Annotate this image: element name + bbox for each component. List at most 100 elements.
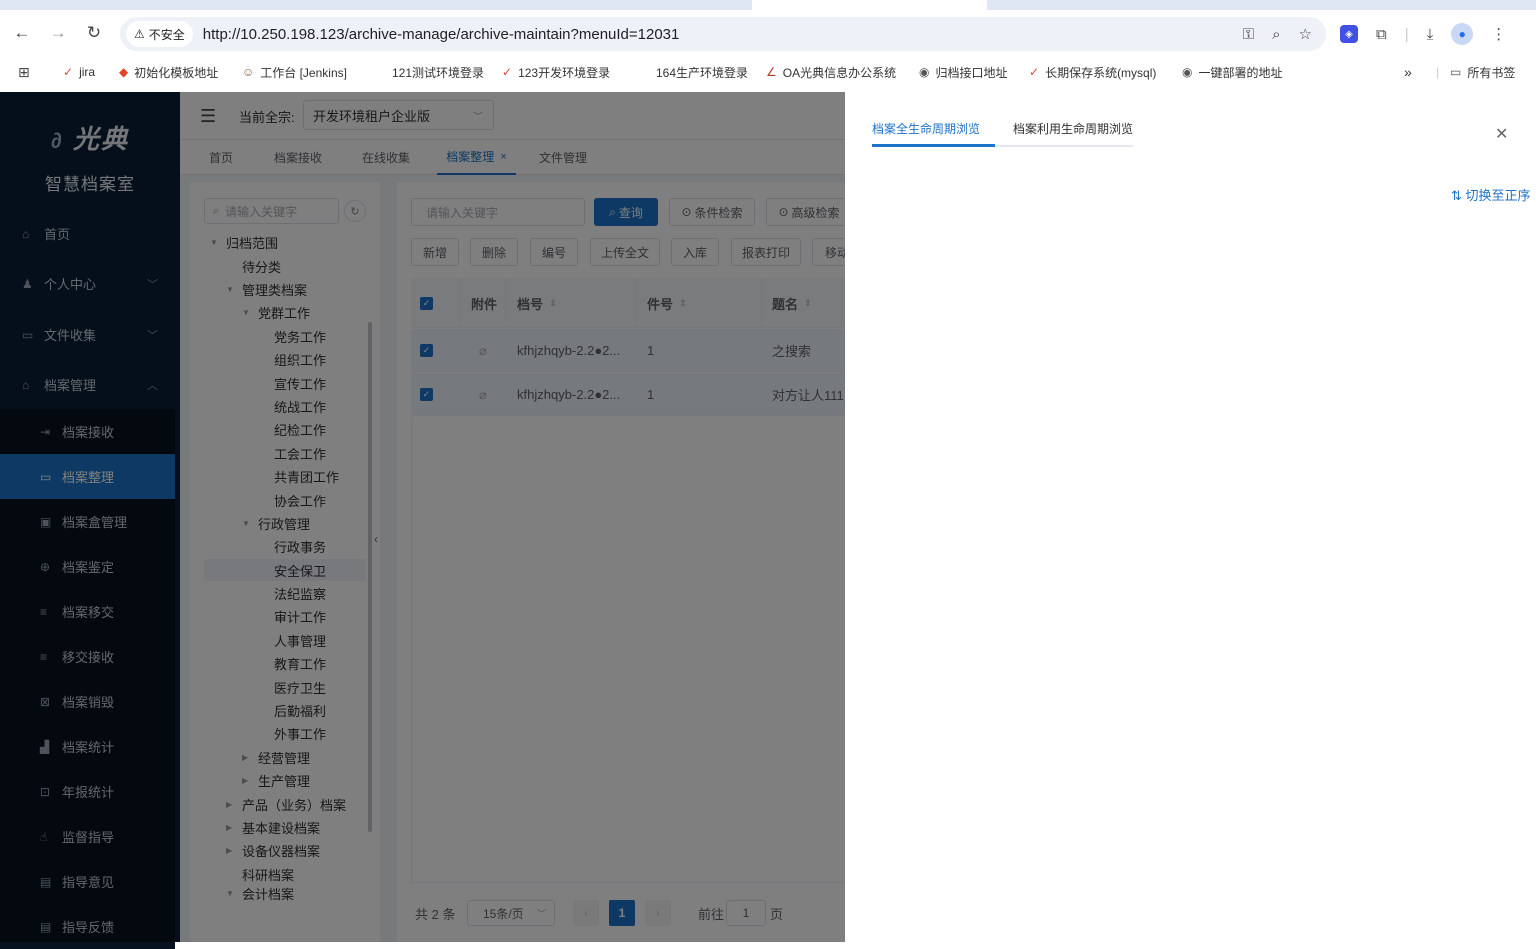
- upload-fulltext-button[interactable]: 上传全文: [590, 238, 660, 266]
- key-icon[interactable]: ⚿: [1243, 26, 1254, 43]
- prev-page-button[interactable]: ‹: [573, 900, 599, 926]
- bookmark-deploy[interactable]: ◉ 一键部署的地址: [1182, 62, 1283, 82]
- tree-node[interactable]: 教育工作: [258, 652, 326, 674]
- table-search-input[interactable]: 请输入关键字: [411, 198, 585, 226]
- close-icon[interactable]: ×: [500, 151, 506, 163]
- submenu-archive-receive[interactable]: ⇥ 档案接收: [0, 409, 175, 454]
- bookmark-archive-api[interactable]: ◉ 归档接口地址: [919, 62, 1008, 82]
- route-tab-file-manage[interactable]: 文件管理: [539, 140, 587, 175]
- route-tab-organize[interactable]: 档案整理 ×: [437, 140, 516, 175]
- submenu-archive-organize[interactable]: ▭ 档案整理: [0, 454, 175, 499]
- select-all-checkbox[interactable]: ✓: [411, 278, 461, 328]
- menu-personal-center[interactable]: ♟ 个人中心 ﹀: [0, 261, 180, 306]
- omnibox[interactable]: ⚠ 不安全 http://10.250.198.123/archive-mana…: [120, 17, 1326, 51]
- page-size-select[interactable]: 15条/页 ﹀: [467, 900, 555, 926]
- download-icon[interactable]: ⤓: [1427, 26, 1434, 43]
- collapse-left-icon[interactable]: ‹: [374, 532, 384, 552]
- bookmark-jira[interactable]: ✓ jira: [63, 62, 95, 82]
- submenu-guidance[interactable]: ▤ 指导意见: [0, 859, 175, 904]
- tree-node[interactable]: ▼ 管理类档案: [226, 278, 307, 300]
- tree-node[interactable]: 行政事务: [258, 535, 326, 557]
- tree-search-input[interactable]: ⌕ 请输入关键字: [204, 198, 339, 224]
- store-button[interactable]: 入库: [671, 238, 719, 266]
- paperclip-icon[interactable]: ⌀: [461, 329, 507, 372]
- tab-archive-lifecycle[interactable]: 档案全生命周期浏览: [872, 110, 980, 146]
- bookmark-longterm[interactable]: ✓ 长期保存系统(mysql): [1029, 62, 1156, 82]
- zoom-icon[interactable]: ⌕: [1272, 26, 1280, 43]
- goto-page-input[interactable]: 1: [726, 900, 766, 926]
- sort-icon[interactable]: ⇕: [679, 298, 687, 309]
- submenu-transfer-receive[interactable]: ≡ 移交接收: [0, 634, 175, 679]
- col-item-number[interactable]: 件号 ⇕: [637, 278, 762, 328]
- submenu-archive-appraise[interactable]: ⊕ 档案鉴定: [0, 544, 175, 589]
- reload-icon[interactable]: ↻: [76, 15, 112, 51]
- tree-node[interactable]: ▼ 归档范围: [210, 231, 278, 253]
- row-checkbox[interactable]: ✓: [411, 329, 461, 372]
- add-button[interactable]: 新增: [411, 238, 459, 266]
- bookmark-jenkins[interactable]: ☺ 工作台 [Jenkins]: [242, 62, 347, 82]
- bookmark-164[interactable]: 164生产环境登录: [656, 62, 748, 82]
- menu-kebab-icon[interactable]: ⋮: [1491, 25, 1506, 43]
- extension-app-icon[interactable]: ◈: [1340, 25, 1358, 43]
- tree-node[interactable]: 医疗卫生: [258, 676, 326, 698]
- browser-tab-active[interactable]: [752, 0, 987, 10]
- all-bookmarks[interactable]: ▭ 所有书签: [1450, 62, 1515, 82]
- submenu-annual-stats[interactable]: ⊡ 年报统计: [0, 769, 175, 814]
- advanced-search-button[interactable]: ⊙ 高级检索: [766, 198, 845, 226]
- close-icon[interactable]: ✕: [1495, 124, 1508, 144]
- tree-node[interactable]: ▼ 党群工作: [242, 301, 310, 323]
- col-archive-code[interactable]: 档号 ⇕: [507, 278, 637, 328]
- apps-grid-icon[interactable]: ⊞: [18, 62, 30, 82]
- extensions-icon[interactable]: ⧉: [1376, 26, 1387, 43]
- next-page-button[interactable]: ›: [645, 900, 671, 926]
- tree-node[interactable]: 后勤福利: [258, 699, 326, 721]
- query-button[interactable]: ⌕ 查询: [594, 198, 658, 226]
- report-print-button[interactable]: 报表打印: [731, 238, 801, 266]
- sort-icon[interactable]: ⇕: [549, 298, 557, 309]
- page-number-button[interactable]: 1: [609, 900, 635, 926]
- route-tab-online-collect[interactable]: 在线收集: [362, 140, 410, 175]
- menu-archive-manage[interactable]: ⌂ 档案管理 ︿: [0, 362, 180, 407]
- table-row[interactable]: ✓ ⌀ kfhjzhqyb-2.2●2... 1 对方让人111: [411, 373, 845, 416]
- back-icon[interactable]: ←: [4, 15, 40, 51]
- tree-node[interactable]: 统战工作: [258, 395, 326, 417]
- submenu-archive-stats[interactable]: ▟ 档案统计: [0, 724, 175, 769]
- tree-node[interactable]: 法纪监察: [258, 582, 326, 604]
- tree-scrollbar[interactable]: [368, 322, 372, 832]
- sort-toggle-link[interactable]: ⇅ 切换至正序: [1451, 185, 1531, 204]
- tree-node-selected[interactable]: 安全保卫: [204, 559, 366, 581]
- route-tab-receive[interactable]: 档案接收: [274, 140, 322, 175]
- bookmark-123[interactable]: ✓ 123开发环境登录: [502, 62, 610, 82]
- bookmarks-overflow[interactable]: »: [1404, 62, 1412, 82]
- refresh-icon[interactable]: ↻: [344, 200, 366, 222]
- tree-node[interactable]: ▼ 行政管理: [242, 512, 310, 534]
- bookmark-template[interactable]: ◆ 初始化模板地址: [119, 62, 218, 82]
- tenant-select[interactable]: 开发环境租户企业版 ﹀: [303, 100, 494, 130]
- tree-node[interactable]: 外事工作: [258, 722, 326, 744]
- submenu-supervision[interactable]: ☝ 监督指导: [0, 814, 175, 859]
- security-chip[interactable]: ⚠ 不安全: [126, 21, 193, 47]
- url-text[interactable]: http://10.250.198.123/archive-manage/arc…: [203, 26, 680, 43]
- bookmark-oa[interactable]: ∠ OA光典信息办公系统: [766, 62, 896, 82]
- tree-node[interactable]: 人事管理: [258, 629, 326, 651]
- tree-node[interactable]: 审计工作: [258, 605, 326, 627]
- tree-node[interactable]: ▼ 会计档案: [226, 882, 294, 904]
- submenu-archive-box[interactable]: ▣ 档案盒管理: [0, 499, 175, 544]
- tree-node[interactable]: ▶ 生产管理: [242, 769, 310, 791]
- tree-node[interactable]: ▶ 基本建设档案: [226, 816, 320, 838]
- condition-search-button[interactable]: ⊙ 条件检索: [669, 198, 755, 226]
- delete-button[interactable]: 删除: [470, 238, 518, 266]
- tree-node[interactable]: 组织工作: [258, 348, 326, 370]
- menu-file-collect[interactable]: ▭ 文件收集 ﹀: [0, 312, 180, 357]
- number-button[interactable]: 编号: [530, 238, 578, 266]
- submenu-archive-transfer[interactable]: ≡ 档案移交: [0, 589, 175, 634]
- tree-node[interactable]: ▶ 设备仪器档案: [226, 839, 320, 861]
- tree-node[interactable]: 党务工作: [258, 325, 326, 347]
- hamburger-icon[interactable]: ☰: [200, 106, 216, 127]
- submenu-feedback[interactable]: ▤ 指导反馈: [0, 904, 175, 949]
- tree-node[interactable]: 纪检工作: [258, 418, 326, 440]
- tree-node[interactable]: 共青团工作: [258, 465, 339, 487]
- forward-icon[interactable]: →: [40, 15, 76, 51]
- star-icon[interactable]: ☆: [1299, 25, 1312, 43]
- tree-node[interactable]: ▶ 经营管理: [242, 746, 310, 768]
